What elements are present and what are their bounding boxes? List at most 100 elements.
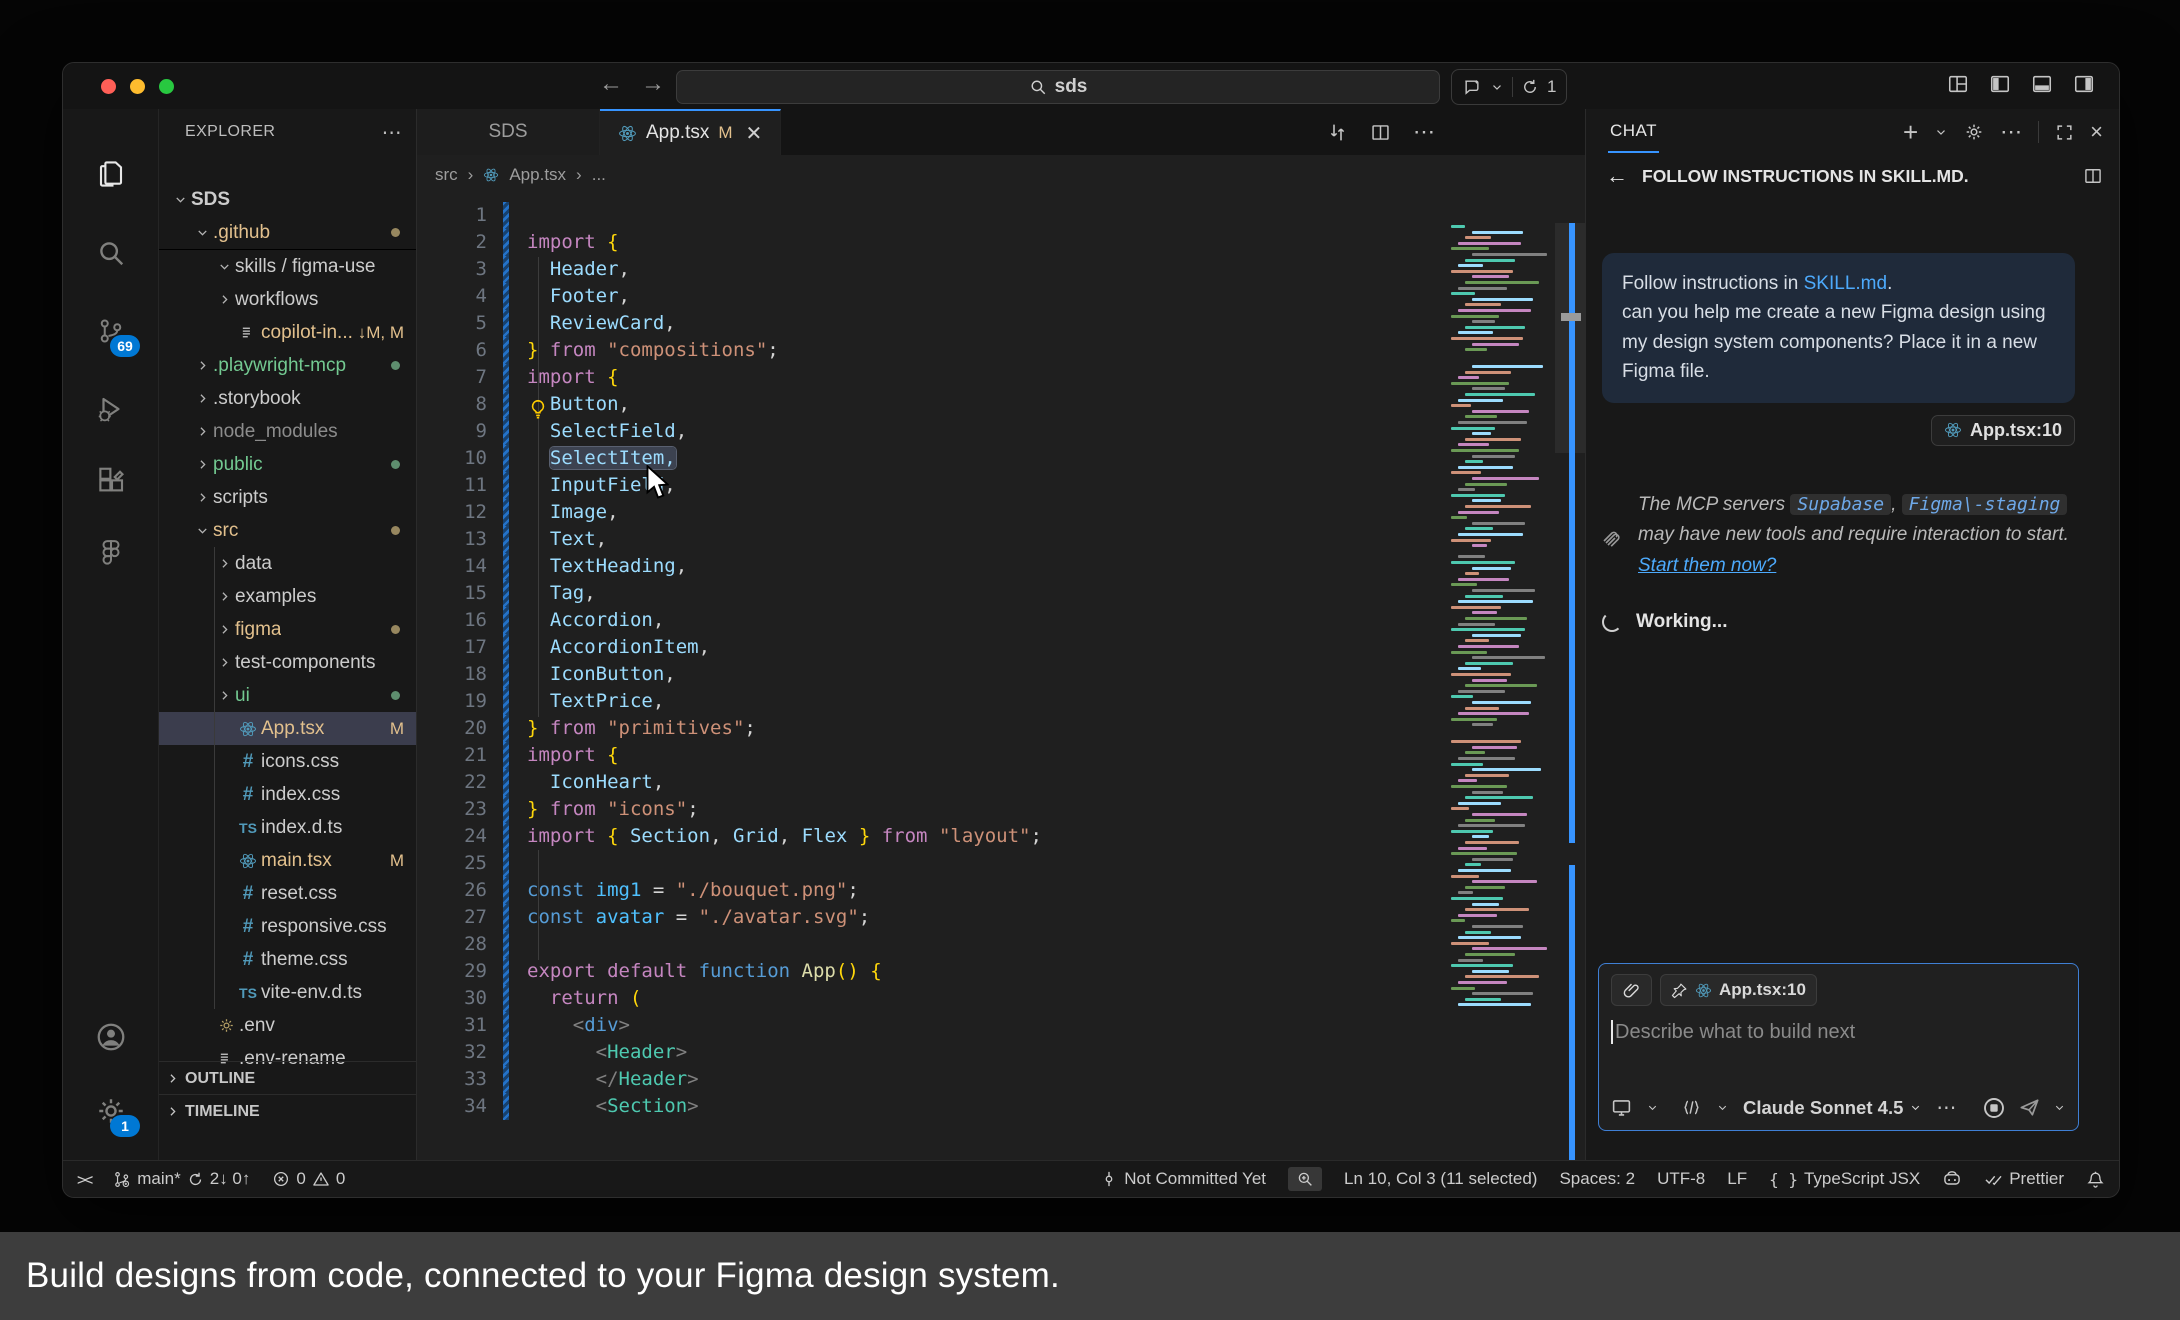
toggle-bottom-panel-icon[interactable] [2031, 73, 2053, 95]
customize-layout-icon[interactable] [1947, 73, 1969, 95]
code-line-7[interactable]: 7import { [417, 364, 1585, 391]
code-line-31[interactable]: 31 <div> [417, 1012, 1585, 1039]
code-line-5[interactable]: 5 ReviewCard, [417, 310, 1585, 337]
explorer-activity-icon[interactable] [63, 145, 158, 201]
zoom-status[interactable] [1288, 1167, 1322, 1191]
code-line-26[interactable]: 26const img1 = "./bouquet.png"; [417, 877, 1585, 904]
code-line-6[interactable]: 6} from "compositions"; [417, 337, 1585, 364]
open-chat-in-editor-icon[interactable] [2083, 166, 2103, 186]
attach-context-button[interactable] [1611, 974, 1652, 1006]
send-button[interactable] [2018, 1096, 2041, 1119]
code-line-32[interactable]: 32 <Header> [417, 1039, 1585, 1066]
chevron-right-icon[interactable] [213, 688, 235, 703]
tab-sds[interactable]: SDS [417, 109, 600, 155]
code-line-16[interactable]: 16 Accordion, [417, 607, 1585, 634]
code-line-23[interactable]: 23} from "icons"; [417, 796, 1585, 823]
chat-back-button[interactable]: ← [1606, 163, 1628, 189]
code-line-24[interactable]: 24import { Section, Grid, Flex } from "l… [417, 823, 1585, 850]
explorer-item-data[interactable]: data [159, 547, 416, 580]
breadcrumb-file[interactable]: App.tsx [509, 165, 566, 185]
branch-status[interactable]: main* 2↓ 0↑ [112, 1169, 250, 1189]
code-line-3[interactable]: 3 Header, [417, 256, 1585, 283]
chevron-right-icon[interactable] [191, 391, 213, 406]
source-control-activity-icon[interactable]: 69 [63, 303, 158, 359]
eol-status[interactable]: LF [1727, 1169, 1747, 1189]
explorer-item-scripts[interactable]: scripts [159, 481, 416, 514]
language-status[interactable]: { } TypeScript JSX [1769, 1169, 1920, 1189]
explorer-item-app-tsx[interactable]: App.tsxM [159, 712, 416, 745]
command-center-search[interactable]: sds [676, 70, 1440, 104]
split-editor-icon[interactable] [1370, 122, 1391, 143]
code-line-14[interactable]: 14 TextHeading, [417, 553, 1585, 580]
code-line-15[interactable]: 15 Tag, [417, 580, 1585, 607]
skill-md-link[interactable]: SKILL.md [1804, 273, 1887, 294]
maximize-window-button[interactable] [159, 79, 174, 94]
explorer-item-examples[interactable]: examples [159, 580, 416, 613]
model-picker[interactable]: Claude Sonnet 4.5 [1743, 1097, 1922, 1119]
mcp-server-supabase[interactable]: Supabase [1790, 494, 1891, 515]
chevron-down-icon[interactable] [1646, 1101, 1659, 1114]
code-line-9[interactable]: 9 SelectField, [417, 418, 1585, 445]
toggle-right-sidebar-icon[interactable] [2073, 73, 2095, 95]
code-line-29[interactable]: 29export default function App() { [417, 958, 1585, 985]
copilot-status[interactable] [1942, 1169, 1962, 1189]
code-line-30[interactable]: 30 return ( [417, 985, 1585, 1012]
start-servers-link[interactable]: Start them now? [1638, 555, 1776, 576]
lightbulb-quickfix-icon[interactable] [527, 395, 549, 422]
explorer-item-src[interactable]: src [159, 514, 416, 547]
chevron-down-icon[interactable] [2053, 1101, 2066, 1114]
chevron-down-icon[interactable] [1934, 125, 1948, 139]
editor-more-actions[interactable]: ⋯ [1413, 119, 1435, 145]
explorer-item--playwright-mcp[interactable]: .playwright-mcp [159, 349, 416, 382]
sync-icon[interactable] [1521, 78, 1539, 96]
code-line-21[interactable]: 21import { [417, 742, 1585, 769]
run-debug-activity-icon[interactable] [63, 381, 158, 437]
explorer-item-icons-css[interactable]: #icons.css [159, 745, 416, 778]
chat-tab[interactable]: CHAT [1608, 111, 1659, 153]
chevron-right-icon[interactable] [213, 655, 235, 670]
account-icon[interactable] [63, 1009, 158, 1065]
explorer-item-responsive-css[interactable]: #responsive.css [159, 910, 416, 943]
maximize-chat-icon[interactable] [2055, 123, 2074, 142]
explorer-item-node-modules[interactable]: node_modules [159, 415, 416, 448]
code-line-8[interactable]: 8 Button, [417, 391, 1585, 418]
encoding-status[interactable]: UTF-8 [1657, 1169, 1705, 1189]
explorer-item-reset-css[interactable]: #reset.css [159, 877, 416, 910]
chevron-right-icon[interactable] [191, 457, 213, 472]
explorer-item-figma[interactable]: figma [159, 613, 416, 646]
chat-more-actions[interactable]: ⋯ [2000, 119, 2022, 145]
chat-input-box[interactable]: App.tsx:10 Describe what to build next C… [1598, 963, 2079, 1131]
code-line-18[interactable]: 18 IconButton, [417, 661, 1585, 688]
chevron-right-icon[interactable] [213, 292, 235, 307]
open-changes-icon[interactable] [1327, 122, 1348, 143]
forward-button[interactable]: → [641, 70, 665, 98]
explorer-more-actions[interactable]: ⋯ [382, 120, 402, 145]
code-mode-icon[interactable] [1681, 1097, 1702, 1118]
input-more-actions[interactable]: ⋯ [1936, 1095, 1956, 1120]
chevron-right-icon[interactable] [213, 556, 235, 571]
explorer-item-copilot-in-[interactable]: copilot-in...↓M, M [159, 316, 416, 349]
breadcrumb[interactable]: src › App.tsx › ... [417, 155, 1585, 195]
code-line-20[interactable]: 20} from "primitives"; [417, 715, 1585, 742]
chevron-down-icon[interactable] [1716, 1101, 1729, 1114]
outline-section[interactable]: OUTLINE [159, 1061, 416, 1095]
explorer-item--storybook[interactable]: .storybook [159, 382, 416, 415]
formatter-status[interactable]: Prettier [1984, 1169, 2064, 1189]
chat-settings-gear-icon[interactable] [1964, 122, 1984, 142]
chevron-right-icon[interactable] [191, 490, 213, 505]
chevron-down-icon[interactable] [1490, 80, 1504, 94]
explorer-item-test-components[interactable]: test-components [159, 646, 416, 679]
code-line-4[interactable]: 4 Footer, [417, 283, 1585, 310]
mcp-server-figma-staging[interactable]: Figma\-staging [1902, 494, 2068, 515]
agent-mode-icon[interactable] [1611, 1097, 1632, 1118]
code-line-12[interactable]: 12 Image, [417, 499, 1585, 526]
back-button[interactable]: ← [599, 70, 623, 98]
chevron-right-icon[interactable] [213, 589, 235, 604]
code-line-10[interactable]: 10 SelectItem, [417, 445, 1585, 472]
close-tab-icon[interactable]: ✕ [746, 121, 763, 146]
indentation-status[interactable]: Spaces: 2 [1559, 1169, 1635, 1189]
attached-file-chip[interactable]: App.tsx:10 [1660, 974, 1817, 1006]
commit-status[interactable]: Not Committed Yet [1100, 1169, 1266, 1189]
chevron-down-icon[interactable] [191, 225, 213, 240]
chevron-right-icon[interactable] [191, 424, 213, 439]
